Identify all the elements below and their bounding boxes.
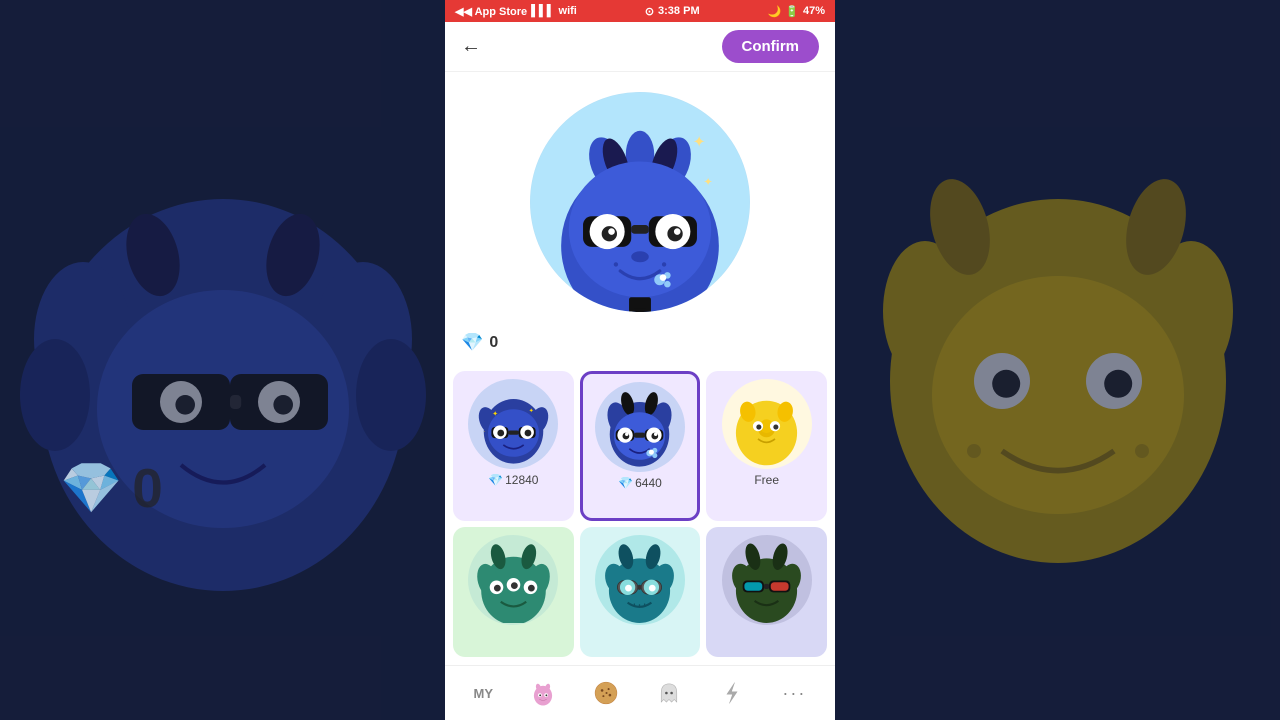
bg-gem-icon: 💎	[60, 459, 122, 518]
price-value-2: 6440	[635, 476, 662, 490]
bg-left-panel: 💎 0	[0, 0, 445, 720]
avatar-item-4[interactable]	[453, 527, 574, 657]
clock-symbol: ⊙	[645, 5, 654, 18]
tab-my[interactable]: MY	[474, 686, 494, 701]
battery-percent: 47%	[803, 5, 825, 17]
tab-cookie[interactable]	[593, 680, 619, 706]
tab-lightning[interactable]	[719, 680, 745, 706]
avatar-img-4	[468, 535, 558, 625]
status-right: 🌙 🔋 47%	[768, 5, 825, 18]
time-display: 3:38 PM	[658, 5, 700, 17]
tab-monster[interactable]	[530, 680, 556, 706]
main-avatar-display: ✦ ✦ ✦ ✦ ·	[530, 92, 750, 312]
avatar-monster-2	[597, 385, 682, 470]
nav-bar: ← Confirm	[445, 22, 835, 72]
status-center: ⊙ 3:38 PM	[645, 5, 700, 18]
avatar-price-1: 💎 12840	[488, 473, 538, 487]
avatar-img-5	[595, 535, 685, 625]
bg-right-panel	[835, 0, 1280, 720]
avatar-monster-6	[724, 538, 809, 623]
status-left: ◀ ◀ App Store ▌▌▌ wifi	[455, 5, 577, 18]
avatar-grid[interactable]: ✦ ✦ ·	[445, 363, 835, 665]
bg-zero: 0	[132, 456, 163, 520]
wifi-icon: wifi	[559, 5, 577, 17]
avatar-price-2: 💎 6440	[618, 476, 662, 490]
avatar-price-3: Free	[754, 473, 779, 487]
price-icon-2: 💎	[618, 476, 633, 490]
price-value-3: Free	[754, 473, 779, 487]
tab-more-dots: ···	[782, 683, 806, 704]
back-button[interactable]: ←	[461, 35, 481, 58]
svg-text:✦: ✦	[693, 134, 706, 151]
avatar-monster-4	[471, 538, 556, 623]
app-store-label: ◀ App Store	[463, 5, 527, 18]
tab-ghost-icon	[656, 680, 682, 706]
avatar-monster-3	[724, 382, 809, 467]
avatar-img-3	[722, 379, 812, 469]
main-avatar-section: ✦ ✦ ✦ ✦ ·	[445, 72, 835, 322]
currency-count: 0	[489, 334, 498, 352]
tab-lightning-icon	[719, 680, 745, 706]
avatar-monster-5	[597, 538, 682, 623]
main-monster-svg: ✦ ✦ ✦ ✦ ·	[530, 92, 750, 312]
avatar-item-6[interactable]	[706, 527, 827, 657]
avatar-img-1: ✦ ✦ ·	[468, 379, 558, 469]
tab-my-label: MY	[474, 686, 494, 701]
avatar-item-5[interactable]	[580, 527, 701, 657]
svg-text:✦: ✦	[529, 407, 534, 414]
avatar-img-2	[595, 382, 685, 472]
bg-monster-right	[848, 110, 1268, 610]
price-value-1: 12840	[505, 473, 538, 487]
status-bar: ◀ ◀ App Store ▌▌▌ wifi ⊙ 3:38 PM 🌙 🔋 47%	[445, 0, 835, 22]
bg-gem-display: 💎 0	[60, 456, 163, 520]
avatar-item-2[interactable]: 💎 6440	[580, 371, 701, 521]
signal-icon: ▌▌▌	[531, 5, 554, 17]
avatar-monster-1: ✦ ✦ ·	[471, 382, 556, 467]
diamond-icon: 💎	[461, 332, 483, 353]
tab-more[interactable]: ···	[782, 683, 806, 704]
bg-monster-left	[13, 110, 433, 610]
avatar-item-1[interactable]: ✦ ✦ ·	[453, 371, 574, 521]
avatar-img-6	[722, 535, 812, 625]
price-icon-1: 💎	[488, 473, 503, 487]
battery-icon: 🔋	[785, 5, 799, 18]
moon-icon: 🌙	[768, 5, 782, 18]
tab-monster-icon	[530, 680, 556, 706]
tab-ghost[interactable]	[656, 680, 682, 706]
tab-cookie-icon	[593, 680, 619, 706]
confirm-button[interactable]: Confirm	[722, 30, 820, 63]
avatar-item-3[interactable]: Free	[706, 371, 827, 521]
phone-container: ◀ ◀ App Store ▌▌▌ wifi ⊙ 3:38 PM 🌙 🔋 47%…	[445, 0, 835, 720]
svg-text:·: ·	[484, 429, 486, 435]
svg-text:✦: ✦	[704, 177, 713, 189]
bottom-tabs: MY	[445, 665, 835, 720]
currency-row: 💎 0	[445, 322, 835, 363]
